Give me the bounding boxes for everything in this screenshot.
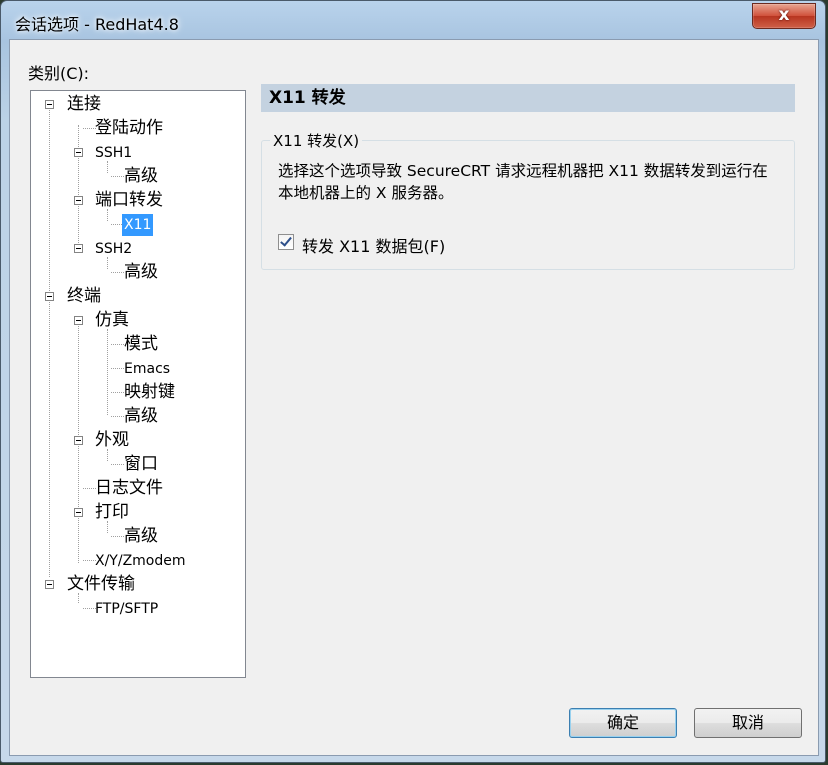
- collapse-icon[interactable]: [74, 196, 83, 205]
- group-title: X11 转发(X): [270, 130, 363, 151]
- title-bar[interactable]: 会话选项 - RedHat4.8 x: [1, 1, 825, 39]
- tree-item-printing-advanced[interactable]: 高级: [122, 525, 160, 547]
- tree-item-emacs[interactable]: Emacs: [122, 357, 172, 379]
- tree-item-ssh2[interactable]: SSH2: [93, 237, 134, 259]
- tree-item-terminal[interactable]: 终端: [65, 285, 103, 307]
- collapse-icon[interactable]: [74, 436, 83, 445]
- tree-item-modes[interactable]: 模式: [122, 333, 160, 355]
- panel-header: X11 转发: [261, 84, 795, 112]
- tree-item-log-file[interactable]: 日志文件: [93, 477, 165, 499]
- category-label: 类别(C):: [28, 64, 90, 83]
- collapse-icon[interactable]: [45, 580, 54, 589]
- tree-item-xyzmodem[interactable]: X/Y/Zmodem: [93, 549, 188, 571]
- tree-item-window[interactable]: 窗口: [122, 453, 160, 475]
- close-icon: x: [778, 5, 790, 25]
- tree-item-ssh1-advanced[interactable]: 高级: [122, 165, 160, 187]
- tree-item-ssh2-advanced[interactable]: 高级: [122, 261, 160, 283]
- collapse-icon[interactable]: [74, 316, 83, 325]
- session-options-window: 会话选项 - RedHat4.8 x 类别(C): 连接 登陆动作 SSH1 高…: [0, 0, 826, 763]
- collapse-icon[interactable]: [45, 292, 54, 301]
- tree-item-port-forwarding[interactable]: 端口转发: [93, 189, 165, 211]
- tree-item-mapped-keys[interactable]: 映射键: [122, 381, 177, 403]
- tree-item-connection[interactable]: 连接: [65, 93, 103, 115]
- forward-x11-checkbox[interactable]: [278, 234, 294, 250]
- description-text: 选择这个选项导致 SecureCRT 请求远程机器把 X11 数据转发到运行在本…: [278, 162, 768, 202]
- forward-x11-label[interactable]: 转发 X11 数据包(F): [302, 233, 445, 257]
- collapse-icon[interactable]: [74, 148, 83, 157]
- tree-item-ssh1[interactable]: SSH1: [93, 141, 134, 163]
- tree-item-login-actions[interactable]: 登陆动作: [93, 117, 165, 139]
- tree-item-emulation-advanced[interactable]: 高级: [122, 405, 160, 427]
- tree-item-appearance[interactable]: 外观: [93, 429, 131, 451]
- cancel-button[interactable]: 取消: [694, 708, 802, 738]
- tree-item-file-transfer[interactable]: 文件传输: [65, 573, 137, 595]
- close-button[interactable]: x: [752, 3, 816, 29]
- ok-button[interactable]: 确定: [569, 708, 677, 738]
- tree-item-x11[interactable]: X11: [122, 213, 154, 236]
- tree-item-printing[interactable]: 打印: [93, 501, 131, 523]
- tree-item-ftp-sftp[interactable]: FTP/SFTP: [93, 597, 160, 619]
- tree-item-emulation[interactable]: 仿真: [93, 309, 131, 331]
- window-title: 会话选项 - RedHat4.8: [15, 15, 179, 34]
- collapse-icon[interactable]: [74, 244, 83, 253]
- dialog-client-area: 类别(C): 连接 登陆动作 SSH1 高级 端口转发 X11 SSH2 高级 …: [9, 39, 819, 756]
- category-tree[interactable]: 连接 登陆动作 SSH1 高级 端口转发 X11 SSH2 高级 终端 仿真 模…: [30, 90, 246, 678]
- collapse-icon[interactable]: [45, 100, 54, 109]
- collapse-icon[interactable]: [74, 508, 83, 517]
